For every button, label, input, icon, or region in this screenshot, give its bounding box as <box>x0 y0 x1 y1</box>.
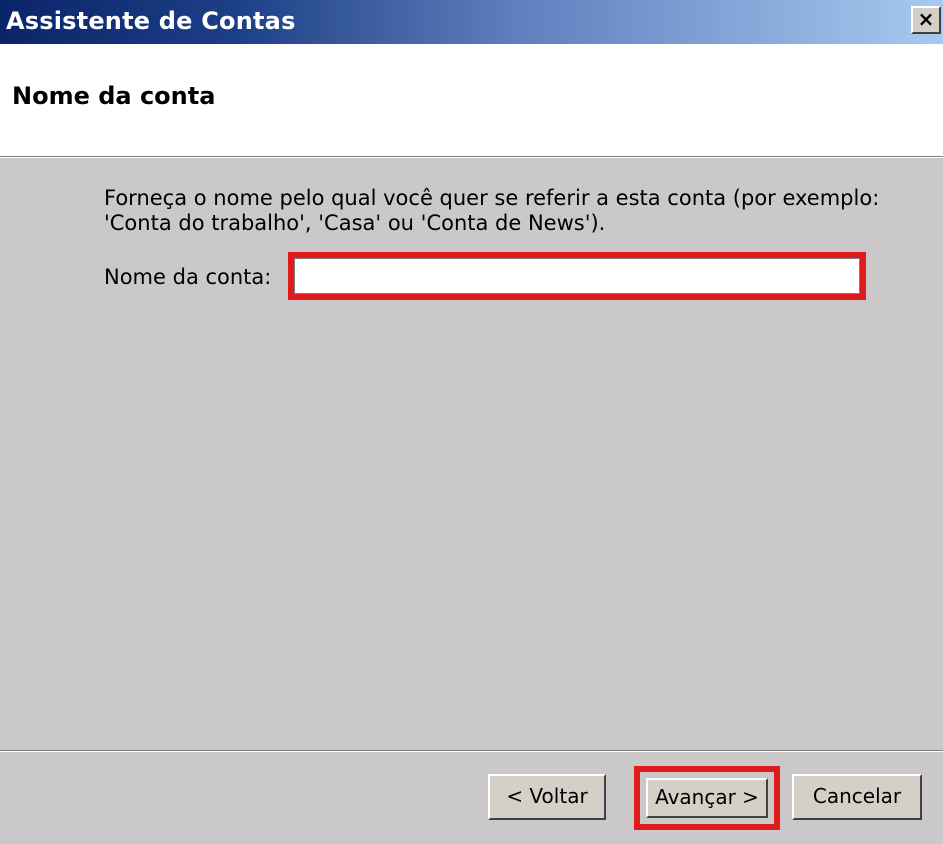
title-bar: Assistente de Contas × <box>0 0 943 44</box>
next-button-highlight: Avançar > <box>634 766 780 830</box>
wizard-header: Nome da conta <box>0 44 943 156</box>
page-title: Nome da conta <box>12 82 216 110</box>
back-button[interactable]: < Voltar <box>488 774 606 820</box>
account-name-highlight <box>288 252 866 300</box>
account-name-label: Nome da conta: <box>104 265 272 289</box>
cancel-button[interactable]: Cancelar <box>792 774 922 820</box>
account-name-input[interactable] <box>294 258 860 294</box>
wizard-content: Forneça o nome pelo qual você quer se re… <box>0 158 943 750</box>
instruction-text: Forneça o nome pelo qual você quer se re… <box>104 186 880 235</box>
window-title: Assistente de Contas <box>6 7 296 35</box>
close-icon: × <box>917 7 935 31</box>
next-button[interactable]: Avançar > <box>646 778 768 818</box>
close-button[interactable]: × <box>911 6 941 34</box>
wizard-footer: < Voltar Avançar > Cancelar <box>0 752 943 844</box>
